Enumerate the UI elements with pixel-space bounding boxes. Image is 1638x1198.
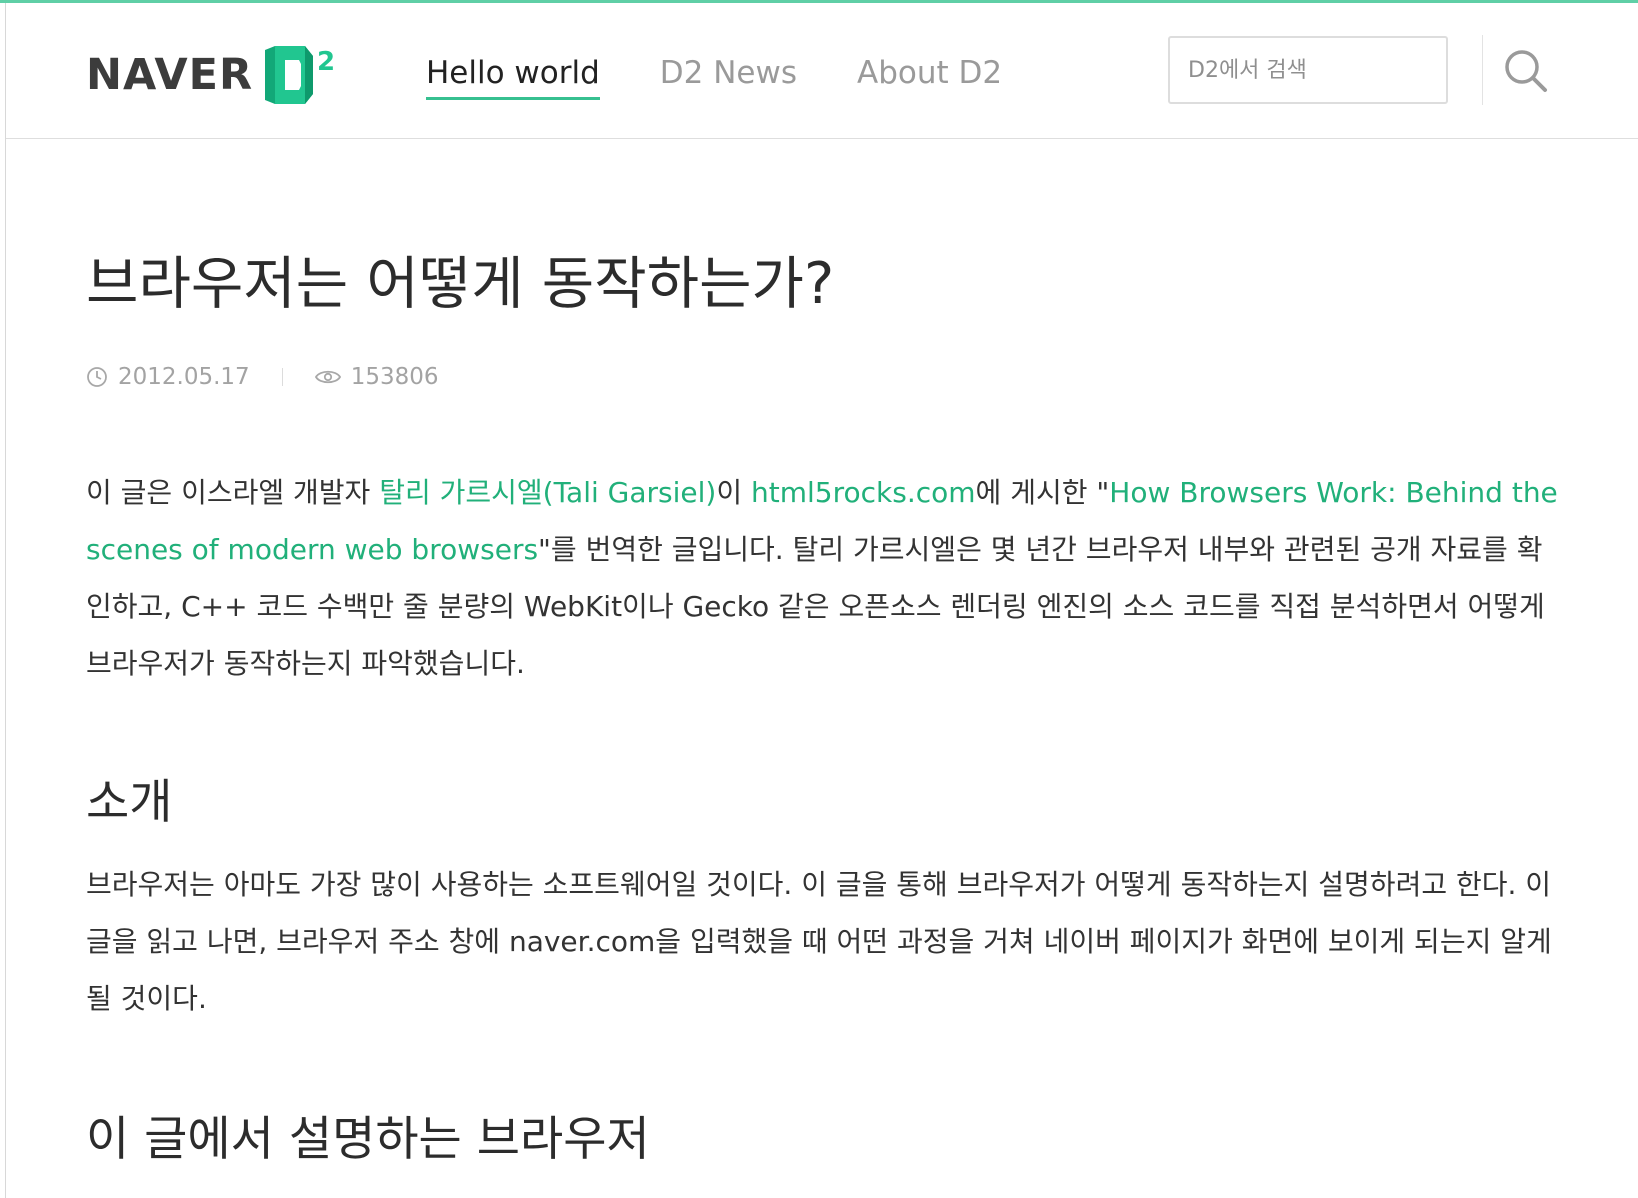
section-intro-paragraph: 브라우저는 아마도 가장 많이 사용하는 소프트웨어일 것이다. 이 글을 통해… — [86, 868, 1552, 1015]
search-divider — [1482, 35, 1483, 105]
views-count: 153806 — [350, 364, 439, 390]
site-header: NAVER 2 Hello world D2 News About D2 — [6, 3, 1638, 139]
naver-d2-logo[interactable]: NAVER 2 — [86, 45, 339, 105]
intro-text-3: 에 게시한 " — [975, 476, 1110, 509]
d2-logo-icon: 2 — [265, 46, 335, 104]
nav-hello-world[interactable]: Hello world — [426, 55, 600, 100]
search-input[interactable] — [1168, 36, 1448, 104]
article-date: 2012.05.17 — [86, 364, 250, 390]
author-link[interactable]: 탈리 가르시엘(Tali Garsiel) — [379, 476, 716, 509]
section-heading-browsers: 이 글에서 설명하는 브라우저 — [86, 1112, 650, 1167]
page: NAVER 2 Hello world D2 News About D2 브라우… — [0, 0, 1638, 1198]
clock-icon — [87, 367, 107, 387]
window-left-border — [5, 3, 6, 1198]
section-heading-intro: 소개 — [86, 775, 173, 830]
article-meta: 2012.05.17 153806 — [86, 364, 439, 390]
eye-icon — [314, 370, 341, 384]
main-nav: Hello world D2 News About D2 — [426, 55, 1002, 100]
html5rocks-link[interactable]: html5rocks.com — [751, 476, 976, 509]
logo-wordmark: NAVER — [86, 50, 254, 100]
nav-d2-news[interactable]: D2 News — [660, 55, 797, 100]
intro-text-2: 이 — [716, 476, 752, 509]
meta-separator — [281, 368, 283, 386]
article-views: 153806 — [314, 364, 439, 390]
logo-superscript: 2 — [317, 47, 335, 77]
intro-text-1: 이 글은 이스라엘 개발자 — [86, 476, 380, 509]
intro-paragraph: 이 글은 이스라엘 개발자 탈리 가르시엘(Tali Garsiel)이 htm… — [86, 464, 1566, 692]
article-title: 브라우저는 어떻게 동작하는가? — [86, 251, 835, 317]
nav-about-d2[interactable]: About D2 — [857, 55, 1002, 100]
search-icon[interactable] — [1502, 47, 1550, 95]
date-text: 2012.05.17 — [118, 364, 250, 390]
